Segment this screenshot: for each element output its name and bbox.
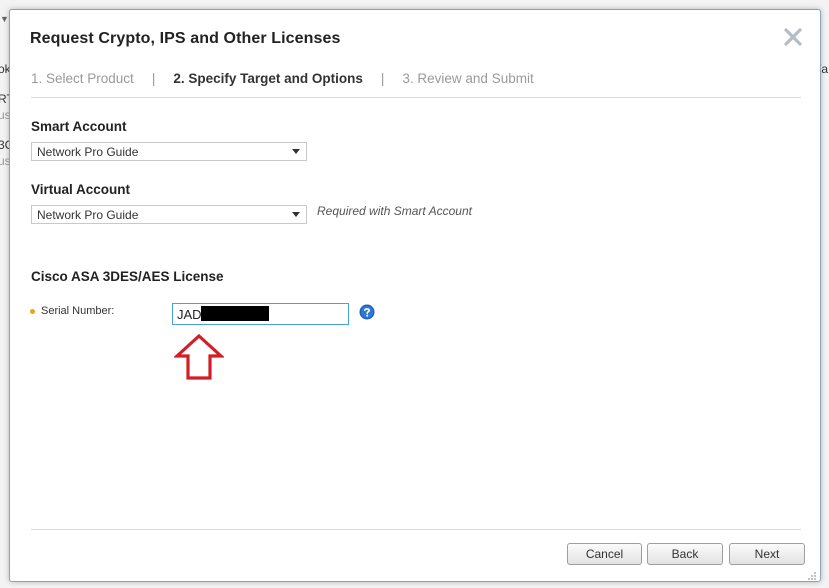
dropdown-caret-icon: ▼: [0, 14, 9, 24]
step-separator: |: [151, 71, 156, 86]
smart-account-select[interactable]: Network Pro Guide: [31, 142, 307, 161]
redaction-box: [201, 306, 269, 321]
next-button[interactable]: Next: [729, 543, 805, 565]
virtual-account-hint: Required with Smart Account: [317, 204, 472, 218]
smart-account-label: Smart Account: [31, 119, 127, 134]
cancel-button[interactable]: Cancel: [567, 543, 642, 565]
close-icon[interactable]: [782, 26, 804, 48]
virtual-account-value: Network Pro Guide: [37, 208, 139, 222]
resize-grip-icon[interactable]: [807, 568, 817, 580]
license-request-dialog: Request Crypto, IPS and Other Licenses 1…: [9, 9, 821, 582]
annotation-up-arrow-icon: [172, 333, 226, 380]
chevron-down-icon: [292, 149, 300, 154]
dialog-title: Request Crypto, IPS and Other Licenses: [30, 30, 341, 47]
back-button[interactable]: Back: [647, 543, 723, 565]
step-specify-target: 2. Specify Target and Options: [173, 71, 363, 86]
step-review-submit: 3. Review and Submit: [402, 71, 534, 86]
help-icon[interactable]: [359, 304, 375, 320]
virtual-account-label: Virtual Account: [31, 182, 131, 197]
footer-divider: [31, 529, 801, 530]
step-select-product[interactable]: 1. Select Product: [31, 71, 134, 86]
divider: [31, 97, 801, 98]
serial-number-label: Serial Number:: [41, 305, 115, 317]
step-separator: |: [380, 71, 385, 86]
license-section-title: Cisco ASA 3DES/AES License: [31, 269, 224, 284]
wizard-steps: 1. Select Product | 2. Specify Target and …: [31, 71, 534, 86]
virtual-account-select[interactable]: Network Pro Guide: [31, 205, 307, 224]
chevron-down-icon: [292, 212, 300, 217]
smart-account-value: Network Pro Guide: [37, 145, 139, 159]
required-indicator-icon: [30, 309, 35, 314]
